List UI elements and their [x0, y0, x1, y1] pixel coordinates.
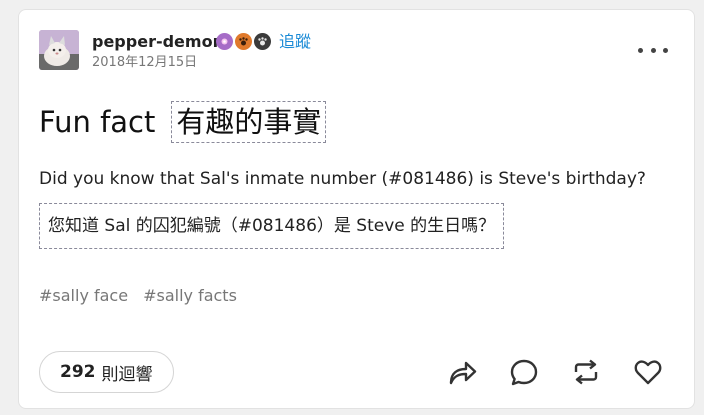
paw-badge-icon[interactable]: [235, 33, 252, 50]
post-date[interactable]: 2018年12月15日: [92, 54, 197, 72]
cat-avatar-icon: [39, 30, 79, 70]
author-name[interactable]: pepper-demon: [92, 31, 224, 53]
like-icon: [634, 360, 662, 385]
body-text-translation: 您知道 Sal 的囚犯編號（#081486）是 Steve 的生日嗎？: [39, 203, 505, 249]
share-icon: [449, 361, 477, 385]
post-card: pepper-demon 追蹤 2018年12月15日 Fun fact 有趣的…: [18, 9, 695, 409]
body-text-en: Did you know that Sal's inmate number (#…: [39, 169, 646, 189]
pink-flower-badge-icon[interactable]: [216, 33, 233, 50]
reply-button[interactable]: [507, 357, 541, 387]
more-options-button[interactable]: [638, 40, 668, 60]
title-translation: 有趣的事實: [171, 101, 327, 143]
dot-icon: [650, 47, 656, 53]
share-button[interactable]: [445, 357, 479, 387]
dot-icon: [638, 47, 643, 53]
like-button[interactable]: [631, 357, 665, 387]
avatar[interactable]: [39, 30, 79, 70]
notes-count: 292: [60, 362, 96, 382]
dark-paw-badge-icon[interactable]: [254, 33, 271, 50]
notes-button[interactable]: 292 則迴響: [39, 351, 174, 393]
reblog-button[interactable]: [569, 357, 603, 387]
badges: [216, 33, 271, 50]
notes-label: 則迴響: [101, 364, 153, 385]
reblog-icon: [574, 359, 598, 385]
title-en: Fun fact: [39, 105, 156, 139]
tag-list: #sally face #sally facts: [39, 285, 237, 307]
post-title: Fun fact 有趣的事實: [39, 100, 327, 144]
tag-link[interactable]: #sally face: [39, 285, 128, 307]
post-actions: [445, 357, 665, 387]
dot-icon: [663, 47, 668, 53]
follow-button[interactable]: 追蹤: [279, 31, 311, 53]
tag-link[interactable]: #sally facts: [143, 285, 237, 307]
reply-icon: [510, 359, 538, 386]
